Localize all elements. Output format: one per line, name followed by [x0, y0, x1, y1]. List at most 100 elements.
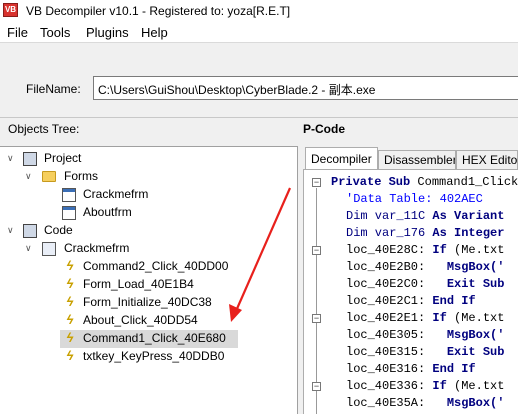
title-bar: VB VB Decompiler v10.1 - Registered to: …	[0, 0, 518, 22]
folder-icon	[42, 171, 56, 182]
tree-node-function[interactable]: ϟ Command2_Click_40DD00	[60, 258, 296, 276]
function-label: Form_Load_40E1B4	[83, 277, 194, 291]
code-line: loc_40E315: Exit Sub	[346, 345, 504, 362]
menu-plugins[interactable]: Plugins	[86, 25, 129, 40]
code-comment: 'Data Table: 402AEC	[346, 192, 483, 206]
collapse-icon[interactable]: ∨	[25, 171, 32, 182]
code-icon	[23, 224, 37, 238]
code-tabs: Decompiler Disassembler HEX Editor	[303, 147, 518, 169]
tab-decompiler[interactable]: Decompiler	[305, 147, 378, 169]
tree-node-function[interactable]: ϟ About_Click_40DD54	[60, 312, 296, 330]
code-text: Dim var_11C	[346, 209, 433, 223]
menu-tools[interactable]: Tools	[40, 25, 70, 40]
tree-label-forms: Forms	[64, 169, 98, 183]
code-keyword: End If	[432, 294, 476, 308]
code-text: loc_40E2C1:	[346, 294, 433, 308]
code-line: loc_40E316: End If	[346, 362, 476, 379]
tree-node-forms[interactable]: ∨ Forms	[0, 168, 296, 186]
module-icon	[42, 242, 56, 256]
code-text: (Me.txt	[446, 243, 505, 257]
tree-node-function[interactable]: ϟ Form_Initialize_40DC38	[60, 294, 296, 312]
filename-label: FileName:	[26, 82, 81, 96]
form-icon	[62, 206, 76, 220]
code-line: loc_40E336: If (Me.txt	[346, 379, 504, 396]
code-line: Private Sub Command1_Click	[331, 175, 518, 192]
menu-bar: File Tools Plugins Help	[0, 22, 518, 42]
tree-node-code[interactable]: ∨ Code	[0, 222, 296, 240]
code-line: Dim var_11C As Variant	[346, 209, 504, 226]
collapse-icon[interactable]: ∨	[7, 153, 14, 164]
code-keyword: Private Sub	[331, 175, 411, 189]
code-line: loc_40E35A: MsgBox('	[346, 396, 504, 413]
code-line: loc_40E2E1: If (Me.txt	[346, 311, 504, 328]
app-icon: VB	[3, 3, 18, 17]
function-label: txtkey_KeyPress_40DDB0	[83, 349, 225, 363]
code-text: loc_40E305:	[346, 328, 447, 342]
objects-tree-header: Objects Tree:	[8, 122, 80, 136]
code-keyword: End If	[432, 362, 476, 376]
lightning-icon: ϟ	[66, 276, 74, 291]
code-keyword: As Variant	[432, 209, 505, 223]
code-keyword: Exit Sub	[446, 345, 505, 359]
code-keyword: MsgBox('	[446, 328, 505, 342]
code-text: loc_40E315:	[346, 345, 447, 359]
panel-divider	[0, 117, 518, 118]
tree-label-code: Code	[44, 223, 73, 237]
code-keyword: MsgBox('	[446, 396, 505, 410]
tree-node-form[interactable]: Aboutfrm	[0, 204, 296, 222]
code-view[interactable]: − − − − Private Sub Command1_Click 'Data…	[303, 169, 518, 414]
tab-disassembler[interactable]: Disassembler	[378, 150, 456, 169]
code-line: loc_40E2C1: End If	[346, 294, 476, 311]
filename-field[interactable]: C:\Users\GuiShou\Desktop\CyberBlade.2 - …	[93, 76, 518, 100]
code-line: loc_40E28C: If (Me.txt	[346, 243, 504, 260]
code-text: loc_40E316:	[346, 362, 433, 376]
code-text: loc_40E2E1:	[346, 311, 433, 325]
collapse-icon[interactable]: ∨	[7, 225, 14, 236]
fold-toggle-icon[interactable]: −	[312, 178, 321, 187]
code-keyword: Exit Sub	[446, 277, 505, 291]
pcode-header: P-Code	[303, 122, 345, 136]
lightning-icon: ϟ	[66, 330, 74, 345]
code-text: loc_40E2B0:	[346, 260, 447, 274]
tree-node-module[interactable]: ∨ Crackmefrm	[0, 240, 296, 258]
menu-help[interactable]: Help	[141, 25, 168, 40]
fold-toggle-icon[interactable]: −	[312, 382, 321, 391]
collapse-icon[interactable]: ∨	[25, 243, 32, 254]
code-keyword: If	[432, 243, 447, 257]
code-text: loc_40E28C:	[346, 243, 433, 257]
objects-tree[interactable]: ∨ Project ∨ Forms Crackmefrm Aboutfrm ∨ …	[0, 146, 298, 414]
lightning-icon: ϟ	[66, 294, 74, 309]
tab-hex-editor[interactable]: HEX Editor	[456, 150, 518, 169]
tree-label-module: Crackmefrm	[64, 241, 130, 255]
code-line: loc_40E2B0: MsgBox('	[346, 260, 504, 277]
code-text: loc_40E35A:	[346, 396, 447, 410]
tree-node-project[interactable]: ∨ Project	[0, 150, 296, 168]
code-text: loc_40E2C0:	[346, 277, 447, 291]
code-keyword: MsgBox('	[446, 260, 505, 274]
code-keyword: As Integer	[432, 226, 505, 240]
code-text: Dim var_176	[346, 226, 433, 240]
lightning-icon: ϟ	[66, 258, 74, 273]
function-label: Command1_Click_40E680	[83, 331, 226, 345]
window-title: VB Decompiler v10.1 - Registered to: yoz…	[26, 4, 291, 18]
code-text: Command1_Click	[410, 175, 518, 189]
code-text: (Me.txt	[446, 379, 505, 393]
tree-label-form: Aboutfrm	[83, 205, 132, 219]
tree-node-form[interactable]: Crackmefrm	[0, 186, 296, 204]
filename-value: C:\Users\GuiShou\Desktop\CyberBlade.2 - …	[98, 83, 376, 97]
code-text: loc_40E336:	[346, 379, 433, 393]
code-keyword: If	[432, 311, 447, 325]
menu-file[interactable]: File	[7, 25, 28, 40]
lightning-icon: ϟ	[66, 348, 74, 363]
tree-node-function-selected[interactable]: ϟ Command1_Click_40E680	[60, 330, 238, 348]
code-line: Dim var_176 As Integer	[346, 226, 504, 243]
form-icon	[62, 188, 76, 202]
fold-toggle-icon[interactable]: −	[312, 246, 321, 255]
code-text: (Me.txt	[446, 311, 505, 325]
fold-toggle-icon[interactable]: −	[312, 314, 321, 323]
lightning-icon: ϟ	[66, 312, 74, 327]
tree-node-function[interactable]: ϟ Form_Load_40E1B4	[60, 276, 296, 294]
tree-label-form: Crackmefrm	[83, 187, 149, 201]
function-label: About_Click_40DD54	[83, 313, 198, 327]
tree-node-function[interactable]: ϟ txtkey_KeyPress_40DDB0	[60, 348, 296, 366]
